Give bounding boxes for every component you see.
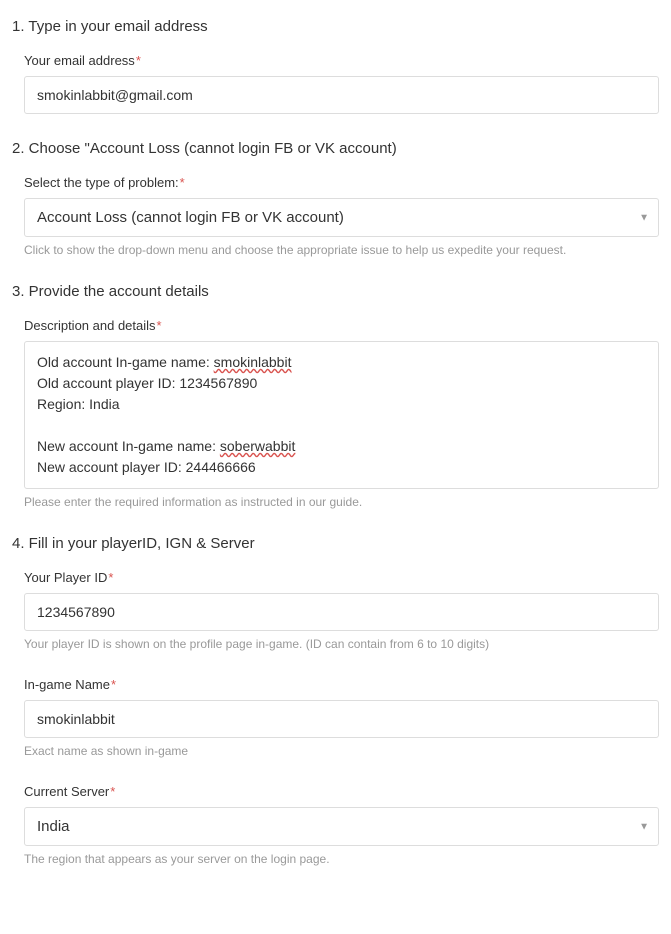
description-label-text: Description and details — [24, 318, 156, 333]
problem-type-hint: Click to show the drop-down menu and cho… — [24, 243, 659, 257]
ign-field[interactable] — [24, 700, 659, 738]
player-id-hint: Your player ID is shown on the profile p… — [24, 637, 659, 651]
player-id-field[interactable] — [24, 593, 659, 631]
ign-label: In-game Name* — [24, 677, 659, 692]
required-asterisk: * — [157, 318, 162, 333]
description-field[interactable]: Old account In-game name: smokinlabbit O… — [24, 341, 659, 489]
description-label: Description and details* — [24, 318, 659, 333]
spellcheck-underline: smokinlabbit — [214, 354, 292, 370]
problem-type-select[interactable]: Account Loss (cannot login FB or VK acco… — [24, 198, 659, 237]
spellcheck-underline: soberwabbit — [220, 438, 296, 454]
step1-heading: 1. Type in your email address — [12, 18, 659, 35]
server-label-text: Current Server — [24, 784, 109, 799]
server-hint: The region that appears as your server o… — [24, 852, 659, 866]
player-id-label-text: Your Player ID — [24, 570, 107, 585]
server-select[interactable]: India — [24, 807, 659, 846]
email-field[interactable] — [24, 76, 659, 114]
server-label: Current Server* — [24, 784, 659, 799]
required-asterisk: * — [108, 570, 113, 585]
email-label-text: Your email address — [24, 53, 135, 68]
step4-heading: 4. Fill in your playerID, IGN & Server — [12, 535, 659, 552]
required-asterisk: * — [111, 677, 116, 692]
problem-type-label: Select the type of problem:* — [24, 175, 659, 190]
problem-type-label-text: Select the type of problem: — [24, 175, 179, 190]
description-hint: Please enter the required information as… — [24, 495, 659, 509]
email-label: Your email address* — [24, 53, 659, 68]
ign-hint: Exact name as shown in-game — [24, 744, 659, 758]
step3-heading: 3. Provide the account details — [12, 283, 659, 300]
required-asterisk: * — [136, 53, 141, 68]
required-asterisk: * — [180, 175, 185, 190]
ign-label-text: In-game Name — [24, 677, 110, 692]
step2-heading: 2. Choose "Account Loss (cannot login FB… — [12, 140, 659, 157]
player-id-label: Your Player ID* — [24, 570, 659, 585]
required-asterisk: * — [110, 784, 115, 799]
